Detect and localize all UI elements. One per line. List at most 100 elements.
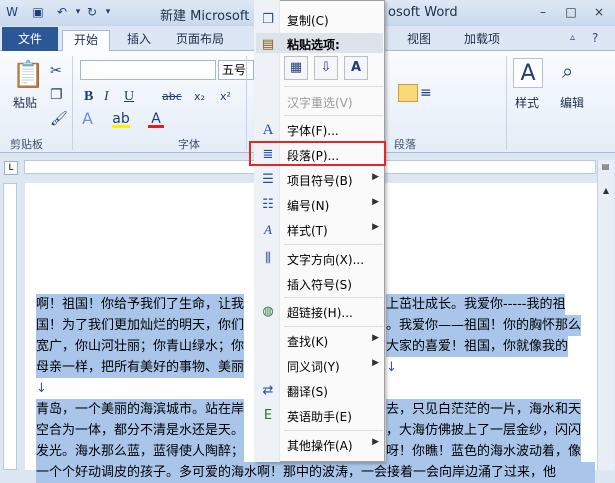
doc-line-2-left[interactable]: 国！为了我们更加灿烂的明天，你们 [36,315,245,336]
strikethrough-button[interactable]: abc [162,88,182,106]
highlight-icon[interactable]: ab [112,110,130,128]
edit-label[interactable]: 编辑 [560,94,584,111]
tab-insert[interactable]: 插入 [122,30,156,51]
maximize-button[interactable]: □ [558,2,584,22]
menu-item-lookup[interactable]: 查找(K) ▶ [256,329,383,353]
group-divider [246,56,247,150]
doc-line-1-right[interactable]: 上茁壮成长。我爱你-----我的祖 [386,294,566,315]
doc-line-7-left[interactable]: 空合为一体，都分不清是水还是天。 [36,420,245,441]
italic-button[interactable]: I [104,88,109,106]
styles-label[interactable]: 样式 [515,94,539,111]
menu-item-insert-symbol[interactable]: 插入符号(S) [256,272,383,296]
menu-separator [284,86,383,87]
menu-item-other-actions[interactable]: 其他操作(A) ▶ [256,433,383,457]
minimize-button[interactable]: – [530,2,556,22]
bullets-icon: ☰ [262,172,274,187]
paste-icon: ▤ [261,37,275,52]
menu-separator [284,297,383,298]
customize-qa-icon[interactable]: ▾ [100,4,116,20]
styles-icon: A [264,222,272,237]
bold-button[interactable]: B [84,88,93,106]
doc-line-8-left[interactable]: 发光。海水那么蓝，蓝得使人陶醉； [36,441,245,462]
translate-icon: ⇄ [262,383,274,398]
styles-icon[interactable]: A [513,58,543,88]
menu-paste-options-header: ▤ 粘贴选项: [256,33,383,53]
group-divider [72,56,73,150]
doc-line-2-right[interactable]: 。我爱你——祖国！你的胸怀那么 [386,315,582,336]
undo-icon[interactable]: ↶ [54,4,70,20]
vertical-scrollbar[interactable] [597,160,614,470]
paste-text-only-icon[interactable]: A [344,56,368,80]
tab-home[interactable]: 开始 [62,30,110,52]
doc-line-4-left[interactable]: 母亲一样，把所有美好的事物、美丽 [36,357,245,378]
paste-merge-formatting-icon[interactable]: ⇩ [314,56,338,80]
tab-file[interactable]: 文件 [2,27,58,51]
font-size-input[interactable]: 五号 [218,60,254,80]
font-icon: A [262,122,274,138]
menu-item-synonyms[interactable]: 同义词(Y) ▶ [256,354,383,378]
submenu-arrow-icon: ▶ [372,222,379,232]
doc-line-8-right[interactable]: 呀！你瞧！蓝色的海水波动着，像 [386,441,582,462]
help-icon[interactable]: ? [592,31,598,45]
paste-label[interactable]: 粘贴 [13,94,37,111]
cut-icon[interactable]: ✂ [50,62,62,80]
doc-line-3-right[interactable]: 大家的喜爱！祖国，你就像我的 [386,336,569,357]
copy-icon[interactable]: ❐ [50,86,63,104]
document-title-right: osoft Word [388,5,458,20]
doc-line-3-left[interactable]: 宽广，你山河壮丽；你青山绿水；你 [36,336,245,357]
group-font-label: 字体 [178,138,200,151]
distributed-align-icon[interactable]: ≡ [420,84,432,102]
text-direction-icon: ⫼ [265,251,271,266]
menu-item-translate[interactable]: ⇄ 翻译(S) [256,379,383,403]
doc-line-9[interactable]: 一个个好动调皮的孩子。多可爱的海水啊！那中的波涛，一会接着一会向岸边涌了过来，他 [36,462,595,483]
find-binoculars-icon[interactable]: ⌕ [562,61,573,81]
doc-line-6-left[interactable]: 青岛，一个美丽的海滨城市。站在岸 [36,399,245,420]
subscript-button[interactable]: x₂ [194,88,205,106]
hyperlink-globe-icon: ◍ [262,304,274,319]
justify-button[interactable] [398,84,418,102]
doc-line-1-left[interactable]: 啊！祖国！你给予我们了生命，让我 [36,294,245,315]
menu-separator [284,430,383,431]
paste-icon[interactable]: 📋 [12,58,44,92]
ruler-toggle-icon[interactable]: ▤ [599,162,612,175]
word-logo-icon[interactable]: W [4,4,20,20]
doc-line-6-right[interactable]: 去，只见白茫茫的一片，海水和天 [386,399,582,420]
menu-item-copy[interactable]: ❐ 复制(C) [256,8,383,32]
tab-page-layout[interactable]: 页面布局 [170,30,230,51]
menu-item-styles[interactable]: A 样式(T) ▶ [256,218,383,242]
menu-separator [284,326,383,327]
save-icon[interactable]: ▣ [30,4,46,20]
paragraph-highlight-box [249,141,386,166]
font-color-icon[interactable]: A [148,110,164,128]
ribbon-collapse-icon[interactable]: ▵ [570,32,575,43]
superscript-button[interactable]: x² [220,88,231,106]
document-title-left: 新建 Microsoft W [160,9,267,24]
vertical-ruler[interactable] [3,183,17,470]
submenu-arrow-icon: ▶ [372,197,379,207]
font-name-input[interactable] [80,60,216,80]
submenu-arrow-icon: ▶ [372,437,379,447]
tab-addins[interactable]: 加载项 [458,30,506,51]
format-painter-icon[interactable]: 🖌 [50,110,68,128]
scroll-up-icon[interactable]: ▲ [600,186,612,196]
menu-item-bullets[interactable]: ☰ 项目符号(B) ▶ [256,168,383,192]
menu-item-numbering[interactable]: ☷ 编号(N) ▶ [256,193,383,217]
paste-keep-formatting-icon[interactable]: ▦ [284,56,308,80]
submenu-arrow-icon: ▶ [372,172,379,182]
text-effects-icon[interactable]: A [82,110,93,128]
submenu-arrow-icon: ▶ [372,358,379,368]
doc-line-7-right[interactable]: ，大海仿佛披上了一层金纱，闪闪 [386,420,582,441]
menu-separator [284,244,383,245]
group-clipboard-label: 剪贴板 [10,138,43,151]
close-button[interactable]: × [586,2,612,22]
underline-button[interactable]: U [124,88,134,106]
tab-view[interactable]: 视图 [402,30,436,51]
menu-item-text-direction[interactable]: ⫼ 文字方向(X)... [256,247,383,271]
menu-item-hyperlink[interactable]: ◍ 超链接(H)... [256,300,383,324]
menu-item-english-assistant[interactable]: E 英语助手(E) [256,404,383,428]
redo-icon[interactable]: ↻ [84,4,100,20]
tab-selector[interactable]: L [4,161,18,175]
menu-item-hanzi-reselect[interactable]: 汉字重选(V) [256,90,383,114]
paragraph-mark: ↓ [386,360,397,375]
menu-item-font[interactable]: A 字体(F)... [256,118,383,142]
